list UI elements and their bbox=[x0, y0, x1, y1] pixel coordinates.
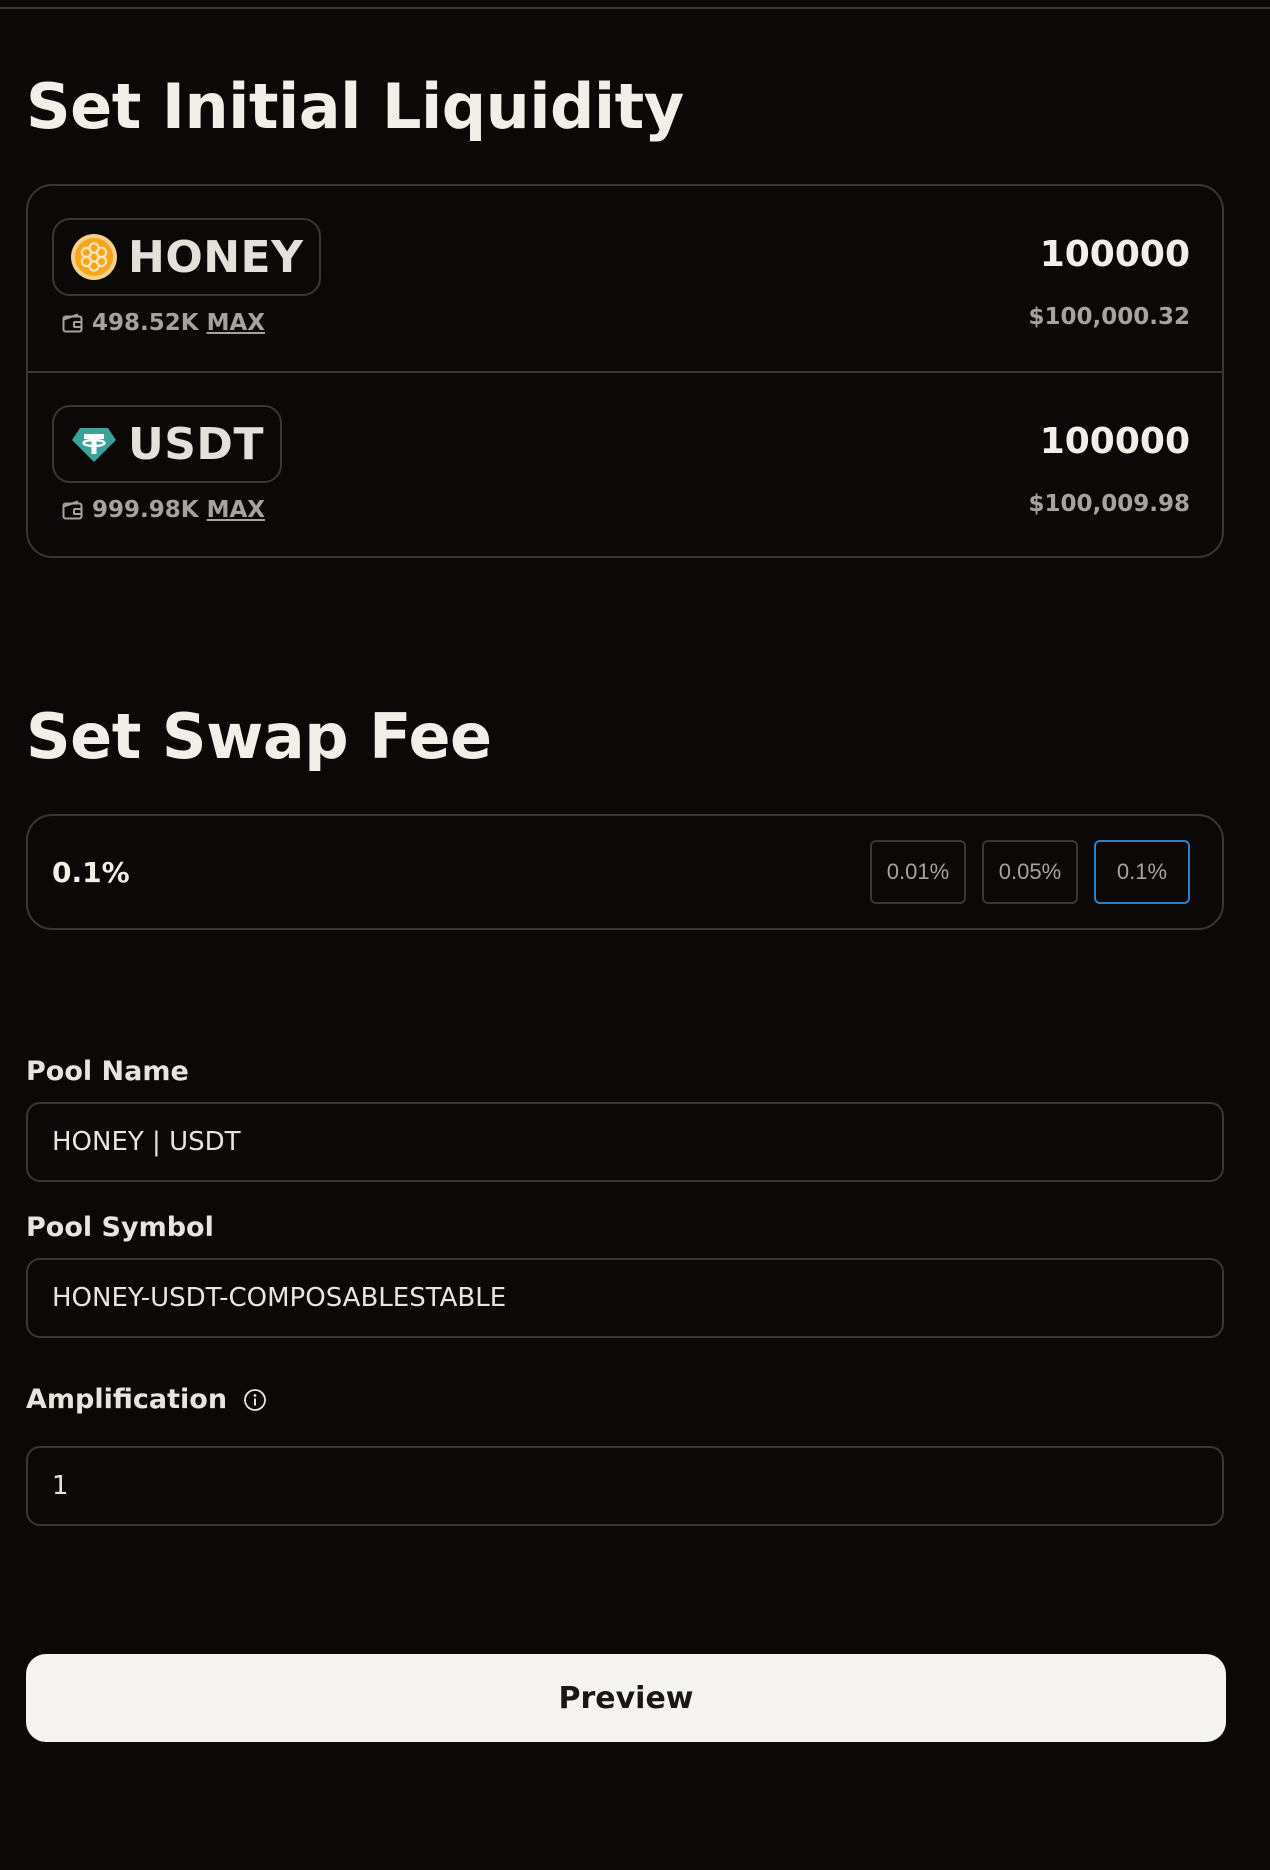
wallet-icon bbox=[62, 313, 84, 333]
token-amount[interactable]: 100000 bbox=[1040, 234, 1190, 275]
liquidity-title: Set Initial Liquidity bbox=[26, 70, 684, 143]
info-icon[interactable] bbox=[243, 1388, 267, 1412]
liquidity-card: HONEY 498.52K MAX 100000 $100,000.32 USD… bbox=[26, 184, 1224, 558]
fee-option-0-01[interactable]: 0.01% bbox=[870, 840, 966, 904]
preview-button[interactable]: Preview bbox=[26, 1654, 1226, 1742]
token-row-honey: HONEY 498.52K MAX 100000 $100,000.32 bbox=[28, 186, 1222, 371]
pool-name-label-text: Pool Name bbox=[26, 1056, 189, 1087]
swap-fee-value[interactable]: 0.1% bbox=[52, 856, 130, 889]
pool-symbol-label-text: Pool Symbol bbox=[26, 1212, 214, 1243]
max-button[interactable]: MAX bbox=[207, 497, 265, 523]
swap-fee-title: Set Swap Fee bbox=[26, 700, 492, 773]
amplification-label: Amplification bbox=[26, 1384, 267, 1415]
token-balance: 999.98K bbox=[92, 497, 199, 523]
token-row-usdt: USDT 999.98K MAX 100000 $100,009.98 bbox=[28, 371, 1222, 556]
token-symbol: HONEY bbox=[128, 231, 304, 283]
fee-option-0-05[interactable]: 0.05% bbox=[982, 840, 1078, 904]
amplification-input[interactable] bbox=[26, 1446, 1224, 1526]
pool-name-input[interactable] bbox=[26, 1102, 1224, 1182]
pool-symbol-input[interactable] bbox=[26, 1258, 1224, 1338]
fee-option-0-1[interactable]: 0.1% bbox=[1094, 840, 1190, 904]
page: Set Initial Liquidity HONEY 498.52K MAX … bbox=[0, 0, 1270, 1870]
wallet-icon bbox=[62, 500, 84, 520]
max-button[interactable]: MAX bbox=[207, 310, 265, 336]
fee-options: 0.01% 0.05% 0.1% bbox=[870, 840, 1190, 904]
token-selector-honey[interactable]: HONEY bbox=[52, 218, 322, 296]
token-balance: 498.52K bbox=[92, 310, 199, 336]
token-usd-value: $100,009.98 bbox=[1028, 491, 1190, 517]
token-amount[interactable]: 100000 bbox=[1040, 421, 1190, 462]
token-usd-value: $100,000.32 bbox=[1028, 304, 1190, 330]
honey-token-icon bbox=[70, 233, 118, 281]
balance-line: 999.98K MAX bbox=[62, 497, 265, 523]
token-symbol: USDT bbox=[128, 418, 264, 470]
pool-symbol-label: Pool Symbol bbox=[26, 1212, 214, 1243]
balance-line: 498.52K MAX bbox=[62, 310, 265, 336]
pool-name-label: Pool Name bbox=[26, 1056, 189, 1087]
token-selector-usdt[interactable]: USDT bbox=[52, 405, 282, 483]
top-divider bbox=[0, 7, 1270, 9]
amplification-label-text: Amplification bbox=[26, 1384, 228, 1415]
swap-fee-card: 0.1% 0.01% 0.05% 0.1% bbox=[26, 814, 1224, 930]
tether-token-icon bbox=[70, 420, 118, 468]
